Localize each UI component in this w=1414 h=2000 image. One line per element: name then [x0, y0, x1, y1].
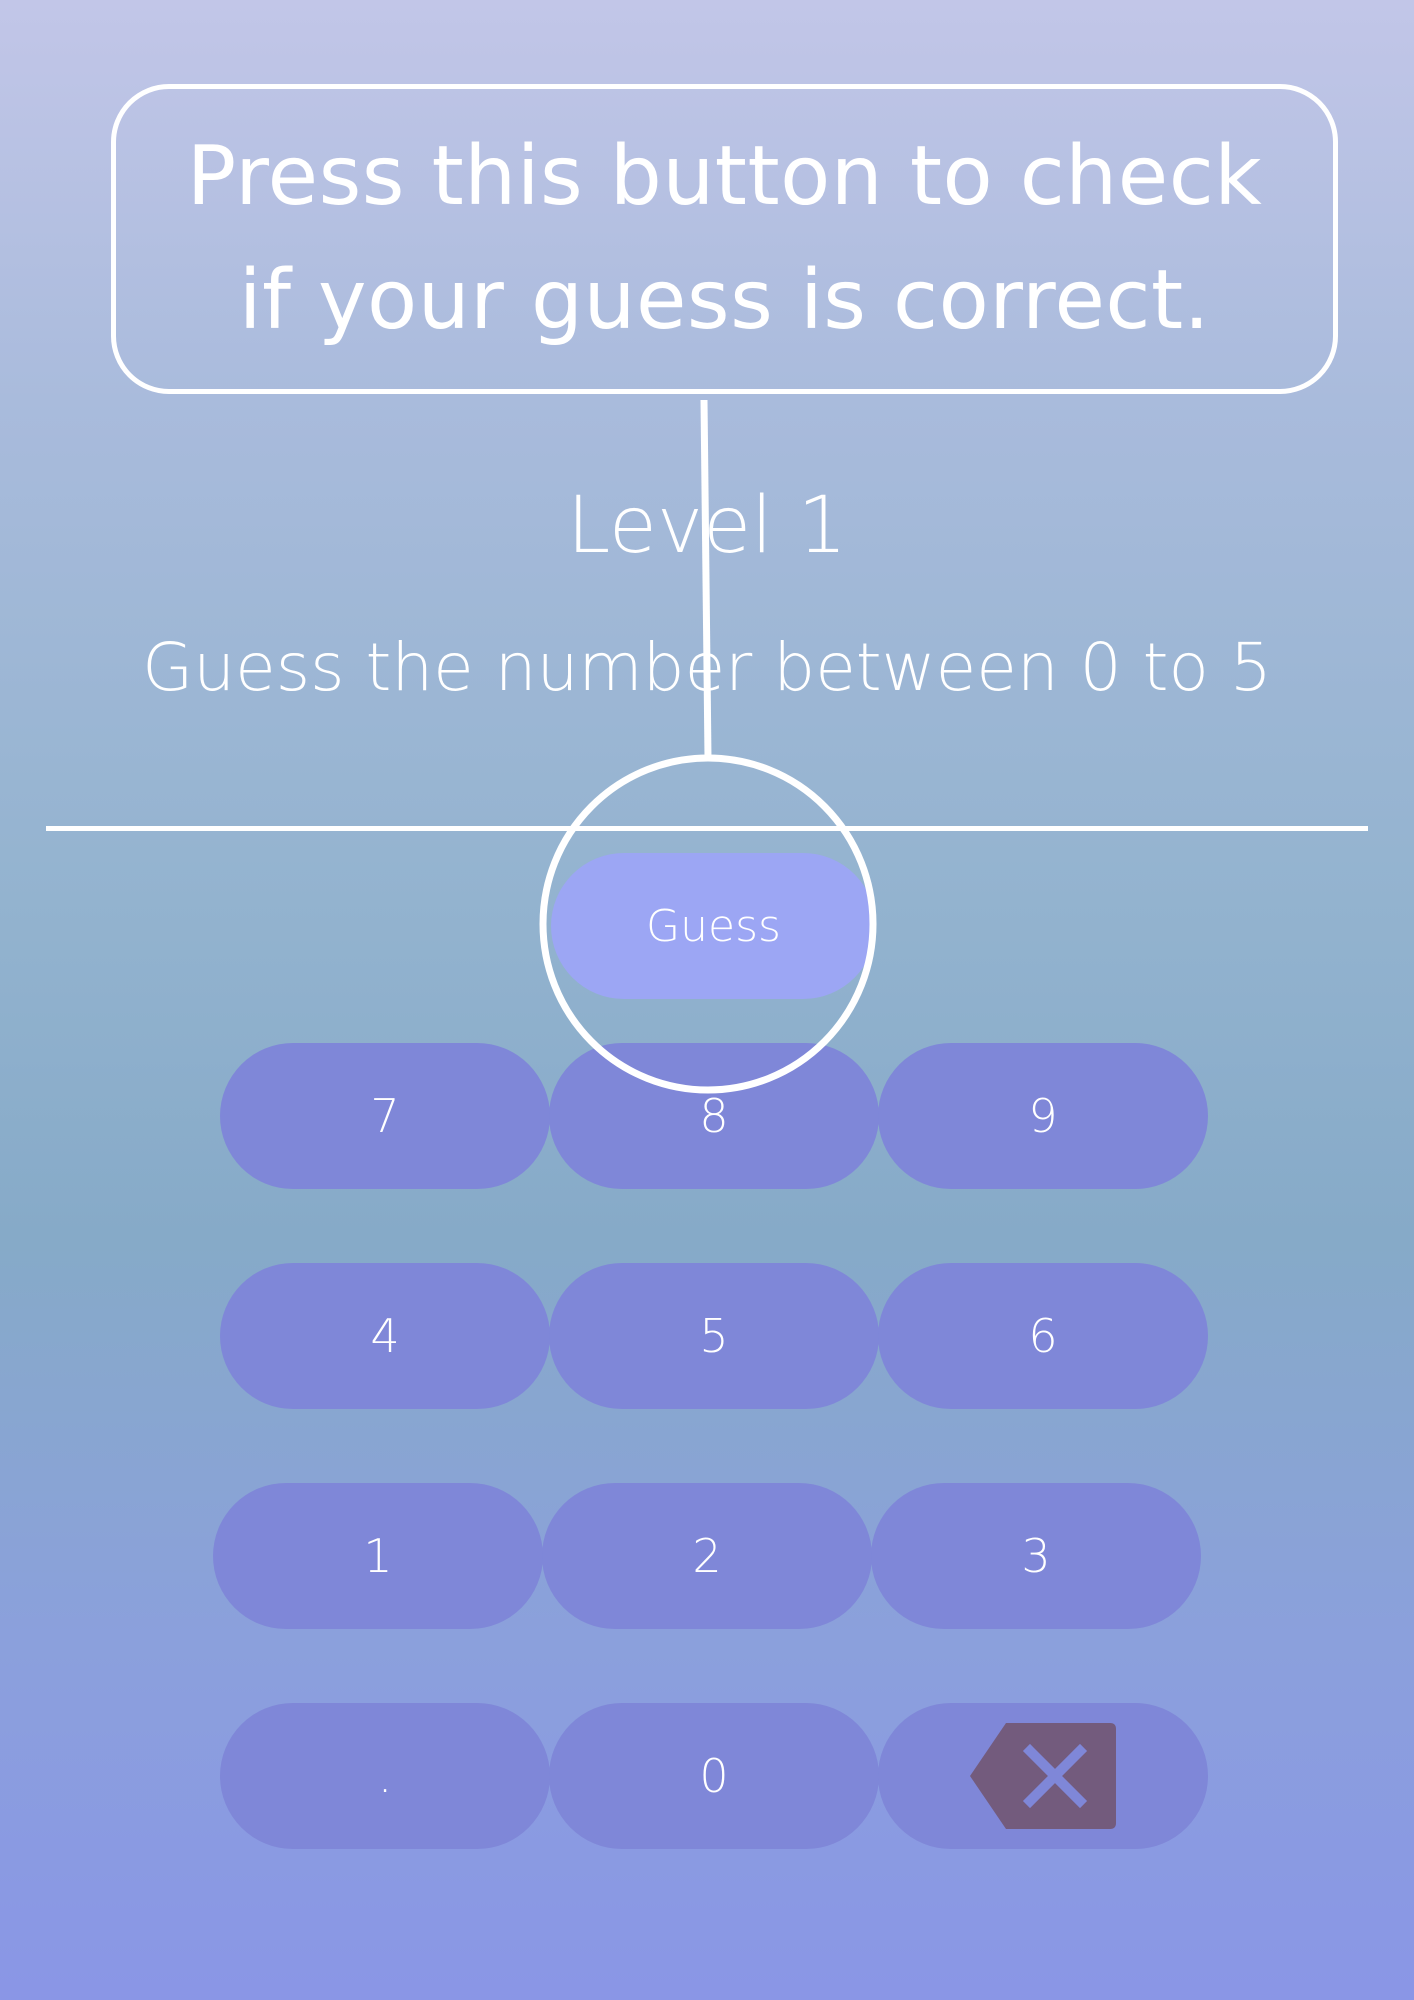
- guess-button[interactable]: Guess: [551, 853, 876, 999]
- tooltip-text: Press this button to check if your guess…: [187, 115, 1263, 363]
- key-1[interactable]: 1: [213, 1483, 543, 1629]
- key-4[interactable]: 4: [220, 1263, 550, 1409]
- tutorial-tooltip: Press this button to check if your guess…: [111, 84, 1338, 394]
- instruction-text: Guess the number between 0 to 5: [142, 629, 1272, 706]
- key-2[interactable]: 2: [542, 1483, 872, 1629]
- key-3[interactable]: 3: [871, 1483, 1201, 1629]
- tooltip-line-1: Press this button to check: [186, 129, 1263, 224]
- level-title: Level 1: [566, 481, 848, 571]
- key-0[interactable]: 0: [549, 1703, 879, 1849]
- key-9[interactable]: 9: [878, 1043, 1208, 1189]
- backspace-icon: [970, 1723, 1116, 1829]
- key-8[interactable]: 8: [549, 1043, 879, 1189]
- key-5[interactable]: 5: [549, 1263, 879, 1409]
- divider-line: [46, 826, 1368, 831]
- key-7[interactable]: 7: [220, 1043, 550, 1189]
- key-decimal[interactable]: .: [220, 1703, 550, 1849]
- key-6[interactable]: 6: [878, 1263, 1208, 1409]
- backspace-button[interactable]: [878, 1703, 1208, 1849]
- tooltip-line-2: if your guess is correct.: [238, 253, 1211, 348]
